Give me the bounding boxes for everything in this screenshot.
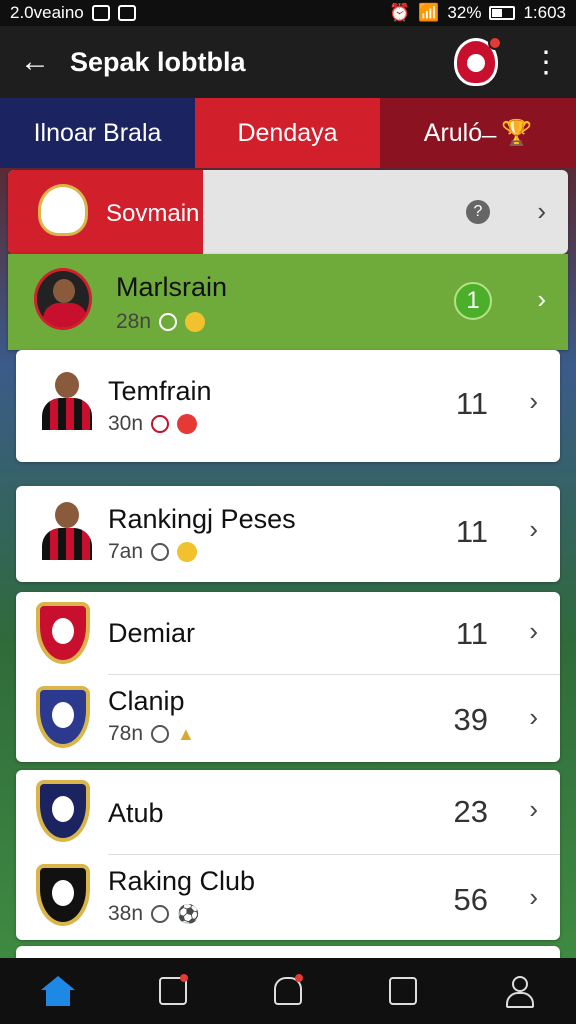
club-logo-icon xyxy=(38,184,88,236)
wifi-icon: 📶 xyxy=(418,3,440,22)
cards-icon xyxy=(389,977,418,1005)
nav-profile[interactable] xyxy=(493,966,543,1016)
chevron-right-icon[interactable]: › xyxy=(529,794,538,825)
page-title: Sepak lobtbla xyxy=(70,46,246,77)
medal-icon xyxy=(185,312,206,332)
status-time-right: 1:603 xyxy=(523,3,566,22)
club-meta: 38n ⚽ xyxy=(108,902,199,926)
bottom-nav xyxy=(0,958,576,1024)
club-count: 56 xyxy=(453,882,488,917)
football-icon: ⚽ xyxy=(177,903,200,924)
club-count: 11 xyxy=(455,616,488,651)
chevron-right-icon[interactable]: › xyxy=(529,616,538,647)
notification-icon xyxy=(91,5,110,21)
club-name: Demiar xyxy=(108,618,196,648)
row-divider xyxy=(108,674,560,675)
clock-icon xyxy=(159,313,178,331)
player-meta: 30n xyxy=(108,412,198,436)
player-meta-text: 7an xyxy=(108,540,144,563)
club-crest-icon xyxy=(36,780,90,842)
club-count: 23 xyxy=(453,794,488,829)
player-meta-text: 28n xyxy=(116,310,152,333)
player-count: 11 xyxy=(455,386,488,421)
club-crest-icon xyxy=(36,602,90,664)
clock-icon xyxy=(151,415,170,433)
club-name: Raking Club xyxy=(108,866,256,896)
club-row[interactable]: Demiar 11 › xyxy=(16,592,560,674)
club-row[interactable]: Atub 23 › xyxy=(16,770,560,852)
player-card[interactable]: Temfrain 30n 11 › xyxy=(16,350,560,462)
trophy-icon: 🏆 xyxy=(501,118,533,147)
count-badge: 1 xyxy=(454,282,492,320)
club-meta-text: 38n xyxy=(108,902,144,925)
tab-1-label: Ilnoar Brala xyxy=(33,118,162,147)
tab-3[interactable]: Aruló ̶ 🏆 xyxy=(380,98,576,168)
status-bar: 2.0veaino ⏰ 📶 32% 1:603 xyxy=(0,0,576,26)
back-arrow-icon[interactable]: ← xyxy=(0,45,70,79)
notification-dot xyxy=(179,974,188,982)
player-meta: 7an xyxy=(108,540,198,564)
nav-alerts[interactable] xyxy=(263,966,313,1016)
battery-percent: 32% xyxy=(447,3,482,22)
club-meta: 78n ▲ xyxy=(108,722,195,746)
header-card[interactable]: Sovmain ? › xyxy=(8,170,568,254)
chevron-right-icon[interactable]: › xyxy=(529,514,538,545)
nav-messages[interactable] xyxy=(148,966,198,1016)
player-count: 11 xyxy=(455,514,488,549)
notification-dot xyxy=(488,36,502,50)
alarm-icon: ⏰ xyxy=(389,3,411,22)
warning-icon: ▲ xyxy=(177,723,195,744)
club-crest-icon xyxy=(36,686,90,748)
club-card-group: Demiar 11 › Clanip 78n ▲ 39 › xyxy=(16,592,560,762)
tab-3-label: Aruló ̶ xyxy=(423,118,490,147)
nav-cards[interactable] xyxy=(378,966,428,1016)
chevron-right-icon[interactable]: › xyxy=(529,386,538,417)
player-name: Marlsrain xyxy=(116,272,228,302)
player-card[interactable]: Rankingj Peses 7an 11 › xyxy=(16,486,560,582)
app-bar: ← Sepak lobtbla ⋮ xyxy=(0,26,576,98)
notification-dot xyxy=(294,974,303,982)
tab-bar: Ilnoar Brala Dendaya Aruló ̶ 🏆 xyxy=(0,98,576,168)
status-time-left: 2.0veaino xyxy=(10,3,84,22)
home-icon xyxy=(40,976,75,1006)
club-count: 39 xyxy=(453,702,488,737)
club-card-group: Atub 23 › Raking Club 38n ⚽ 56 › xyxy=(16,770,560,940)
clock-icon xyxy=(151,905,170,923)
player-name: Rankingj Peses xyxy=(108,504,296,534)
club-row[interactable]: Raking Club 38n ⚽ 56 › xyxy=(16,856,560,940)
chevron-right-icon[interactable]: › xyxy=(537,284,546,315)
nav-home[interactable] xyxy=(33,966,83,1016)
user-icon xyxy=(504,976,535,1008)
red-badge-icon xyxy=(177,414,198,434)
club-meta-text: 78n xyxy=(108,722,144,745)
player-meta: 28n xyxy=(116,310,206,334)
clock-icon xyxy=(151,725,170,743)
chevron-right-icon[interactable]: › xyxy=(537,196,546,227)
count-badge-value: 1 xyxy=(466,287,480,314)
message-icon xyxy=(117,5,136,21)
club-badge-button[interactable] xyxy=(446,32,506,92)
info-icon[interactable]: ? xyxy=(466,200,490,224)
tab-1[interactable]: Ilnoar Brala xyxy=(0,98,195,168)
medal-icon xyxy=(177,542,198,562)
chevron-right-icon[interactable]: › xyxy=(529,702,538,733)
club-row[interactable]: Clanip 78n ▲ 39 › xyxy=(16,676,560,762)
battery-icon xyxy=(489,6,516,20)
player-avatar xyxy=(34,268,92,330)
club-name: Clanip xyxy=(108,686,185,716)
more-vert-icon[interactable]: ⋮ xyxy=(526,45,566,80)
player-avatar xyxy=(38,368,96,430)
header-card-label: Sovmain xyxy=(106,200,200,227)
row-divider xyxy=(108,854,560,855)
club-crest-icon xyxy=(36,864,90,926)
clock-icon xyxy=(151,543,170,561)
player-avatar xyxy=(38,498,96,560)
tab-2-label: Dendaya xyxy=(237,118,338,147)
tab-2[interactable]: Dendaya xyxy=(195,98,380,168)
player-row-highlighted[interactable]: Marlsrain 28n 1 › xyxy=(8,254,568,350)
club-name: Atub xyxy=(108,798,164,828)
chevron-right-icon[interactable]: › xyxy=(529,882,538,913)
player-meta-text: 30n xyxy=(108,412,144,435)
player-name: Temfrain xyxy=(108,376,212,406)
